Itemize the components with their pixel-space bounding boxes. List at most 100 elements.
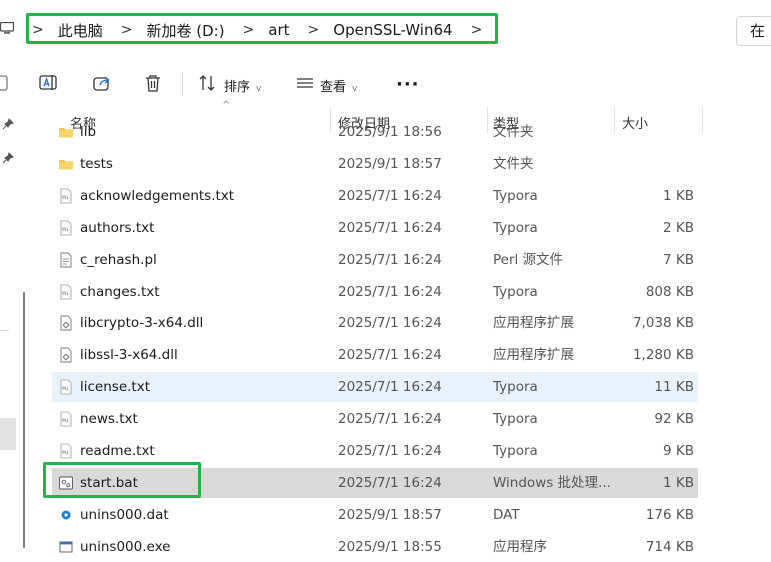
column-divider[interactable] xyxy=(702,106,703,134)
file-modified-date: 2025/7/1 16:24 xyxy=(338,379,442,396)
file-row[interactable]: libssl-3-x64.dll 2025/7/1 16:24 应用程序扩展 1,28… xyxy=(52,340,698,370)
sort-button[interactable]: 排序 v xyxy=(224,76,261,95)
file-row[interactable]: M↓ changes.txt 2025/7/1 16:24 Typora 808 KB xyxy=(52,277,698,307)
svg-text:M↓: M↓ xyxy=(62,227,69,232)
this-pc-icon xyxy=(0,22,14,34)
md-file-icon: M↓ xyxy=(58,188,74,204)
address-highlight-box xyxy=(26,13,498,44)
file-type: Typora xyxy=(493,219,538,236)
sort-label: 排序 xyxy=(224,80,251,95)
file-name: authors.txt xyxy=(80,219,155,236)
file-row[interactable]: M↓ news.txt 2025/7/1 16:24 Typora 92 KB xyxy=(52,404,698,434)
pin-icon[interactable] xyxy=(2,152,14,164)
md-file-icon: M↓ xyxy=(58,284,74,300)
file-row[interactable]: M↓ license.txt 2025/7/1 16:24 Typora 11 KB xyxy=(52,372,698,403)
file-name: news.txt xyxy=(80,411,138,428)
file-name: unins000.dat xyxy=(80,506,169,523)
pin-icon[interactable] xyxy=(2,118,14,130)
file-name: c_rehash.pl xyxy=(80,251,157,268)
file-size: 1 KB xyxy=(663,474,694,491)
file-type: Typora xyxy=(493,379,538,396)
nav-selected-item[interactable] xyxy=(0,418,16,450)
folder-icon xyxy=(58,124,74,140)
file-modified-date: 2025/9/1 18:57 xyxy=(338,155,442,172)
dll-file-icon xyxy=(58,347,74,363)
file-row[interactable]: c_rehash.pl 2025/7/1 16:24 Perl 源文件 7 KB xyxy=(52,245,698,275)
file-modified-date: 2025/7/1 16:24 xyxy=(338,347,442,364)
nav-scrollbar[interactable] xyxy=(23,292,25,548)
file-modified-date: 2025/9/1 18:56 xyxy=(338,124,442,140)
file-row[interactable]: unins000.exe 2025/9/1 18:55 应用程序 714 KB xyxy=(52,532,698,562)
nav-divider xyxy=(0,330,9,331)
file-modified-date: 2025/7/1 16:24 xyxy=(338,251,442,268)
file-name: changes.txt xyxy=(80,283,160,300)
svg-text:M↓: M↓ xyxy=(62,291,69,296)
file-type: 文件夹 xyxy=(493,155,534,172)
file-type: Typora xyxy=(493,283,538,300)
file-type: 应用程序扩展 xyxy=(493,347,574,364)
file-type: 应用程序 xyxy=(493,538,547,555)
svg-text:M↓: M↓ xyxy=(62,450,69,455)
file-type: 应用程序扩展 xyxy=(493,315,574,332)
file-row[interactable]: tests 2025/9/1 18:57 文件夹 xyxy=(52,149,698,179)
md-file-icon: M↓ xyxy=(58,443,74,459)
chevron-down-icon: v xyxy=(256,84,262,94)
file-name: lib xyxy=(80,124,97,140)
search-input[interactable]: 在 xyxy=(736,16,771,46)
view-button[interactable]: 查看 v xyxy=(320,76,357,95)
file-modified-date: 2025/7/1 16:24 xyxy=(338,283,442,300)
sort-ascending-icon: ^ xyxy=(222,100,231,111)
file-modified-date: 2025/9/1 18:55 xyxy=(338,538,442,555)
file-name: license.txt xyxy=(80,379,150,396)
more-options-button[interactable]: ··· xyxy=(396,74,420,95)
file-row[interactable]: lib 2025/9/1 18:56 文件夹 xyxy=(52,117,698,147)
text-file-icon xyxy=(58,252,74,268)
file-modified-date: 2025/7/1 16:24 xyxy=(338,474,442,491)
toolbar-divider xyxy=(182,72,183,96)
file-modified-date: 2025/7/1 16:24 xyxy=(338,315,442,332)
file-size: 11 KB xyxy=(654,379,694,396)
file-type: DAT xyxy=(493,506,520,523)
chevron-down-icon: v xyxy=(352,84,358,94)
delete-icon[interactable] xyxy=(142,72,164,94)
sort-icon[interactable] xyxy=(196,72,218,94)
rename-icon[interactable] xyxy=(38,72,60,94)
file-size: 7 KB xyxy=(663,251,694,268)
file-type: Typora xyxy=(493,443,538,459)
file-name: libssl-3-x64.dll xyxy=(80,347,178,364)
file-name: tests xyxy=(80,155,113,172)
file-modified-date: 2025/7/1 16:24 xyxy=(338,443,442,459)
file-size: 714 KB xyxy=(645,538,694,555)
folder-icon xyxy=(58,156,74,172)
dll-file-icon xyxy=(58,315,74,331)
file-size: 1 KB xyxy=(663,187,694,204)
file-type: Windows 批处理... xyxy=(493,474,611,491)
file-type: Typora xyxy=(493,187,538,204)
address-bar-area: > 此电脑 > 新加卷 (D:) > art > OpenSSL-Win64 >… xyxy=(0,0,771,60)
new-icon[interactable] xyxy=(0,72,14,94)
file-modified-date: 2025/7/1 16:24 xyxy=(338,411,442,428)
file-name: acknowledgements.txt xyxy=(80,187,235,204)
file-type: Perl 源文件 xyxy=(493,251,564,268)
command-bar: 排序 v 查看 v ··· xyxy=(0,62,771,106)
file-row[interactable]: M↓ authors.txt 2025/7/1 16:24 Typora 2 KB xyxy=(52,213,698,243)
file-modified-date: 2025/7/1 16:24 xyxy=(338,219,442,236)
file-row[interactable]: M↓ acknowledgements.txt 2025/7/1 16:24 Typo… xyxy=(52,181,698,211)
file-size: 1,280 KB xyxy=(632,347,694,364)
file-size: 7,038 KB xyxy=(632,315,694,332)
share-icon[interactable] xyxy=(91,72,113,94)
file-size: 176 KB xyxy=(645,506,694,523)
file-modified-date: 2025/9/1 18:57 xyxy=(338,506,442,523)
file-type: 文件夹 xyxy=(493,124,534,140)
file-name: unins000.exe xyxy=(80,538,171,555)
md-file-icon: M↓ xyxy=(58,411,74,427)
dat-file-icon xyxy=(58,507,74,523)
svg-text:M↓: M↓ xyxy=(62,195,69,200)
file-row[interactable]: libcrypto-3-x64.dll 2025/7/1 16:24 应用程序扩展 7… xyxy=(52,308,698,338)
md-file-icon: M↓ xyxy=(58,220,74,236)
view-icon[interactable] xyxy=(294,72,316,94)
file-row[interactable]: unins000.dat 2025/9/1 18:57 DAT 176 KB xyxy=(52,500,698,530)
file-size: 808 KB xyxy=(645,283,694,300)
navigation-pane xyxy=(0,106,20,548)
file-modified-date: 2025/7/1 16:24 xyxy=(338,187,442,204)
